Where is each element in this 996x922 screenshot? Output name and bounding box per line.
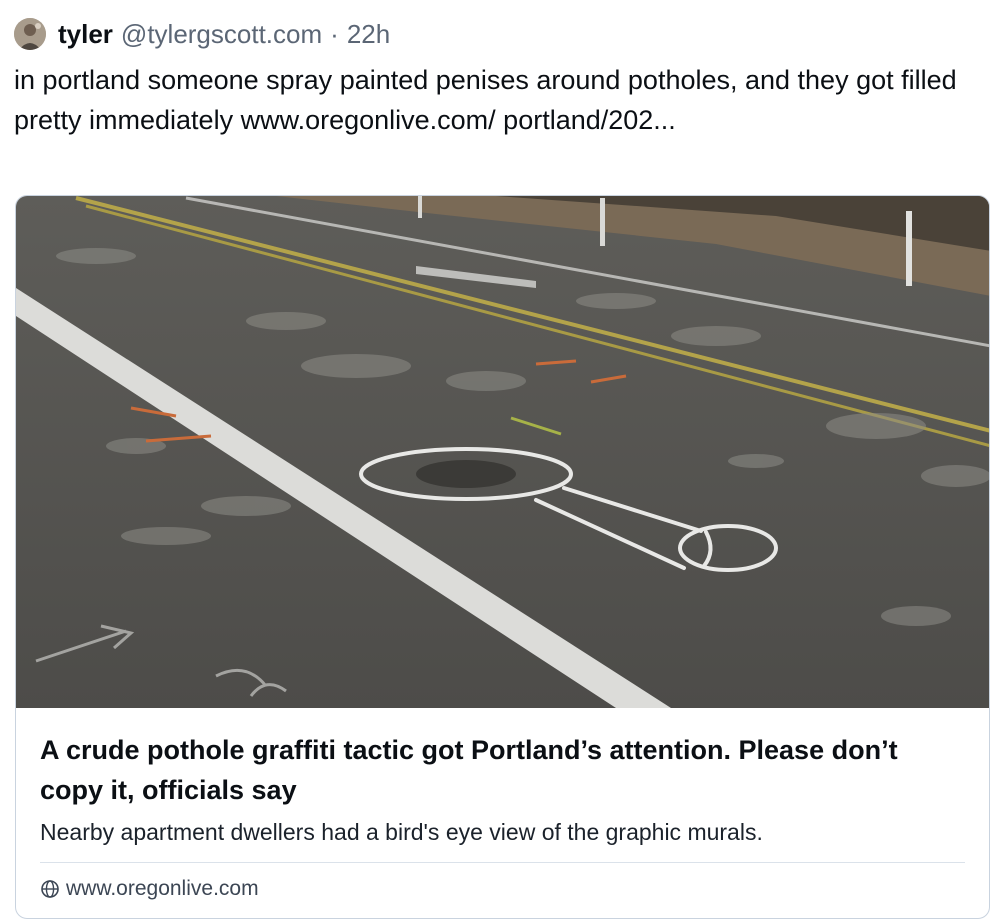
card-divider (40, 862, 965, 863)
link-card-domain: www.oregonlive.com (66, 877, 259, 900)
post-text: in portland someone spray painted penise… (14, 65, 957, 135)
link-card-image[interactable] (16, 196, 989, 708)
separator-dot: · (330, 18, 339, 49)
author-name[interactable]: tyler (58, 19, 113, 50)
globe-icon (41, 880, 59, 898)
link-card-domain-row[interactable]: www.oregonlive.com (40, 877, 965, 901)
author-handle[interactable]: @tylergscott.com (121, 19, 322, 50)
link-card[interactable]: A crude pothole graffiti tactic got Port… (15, 195, 990, 919)
avatar[interactable] (14, 18, 46, 50)
link-card-title[interactable]: A crude pothole graffiti tactic got Port… (40, 730, 965, 810)
post-time[interactable]: 22h (347, 19, 390, 50)
link-card-description: Nearby apartment dwellers had a bird's e… (40, 819, 763, 845)
post-header: tyler @tylergscott.com · 22h (14, 16, 390, 52)
